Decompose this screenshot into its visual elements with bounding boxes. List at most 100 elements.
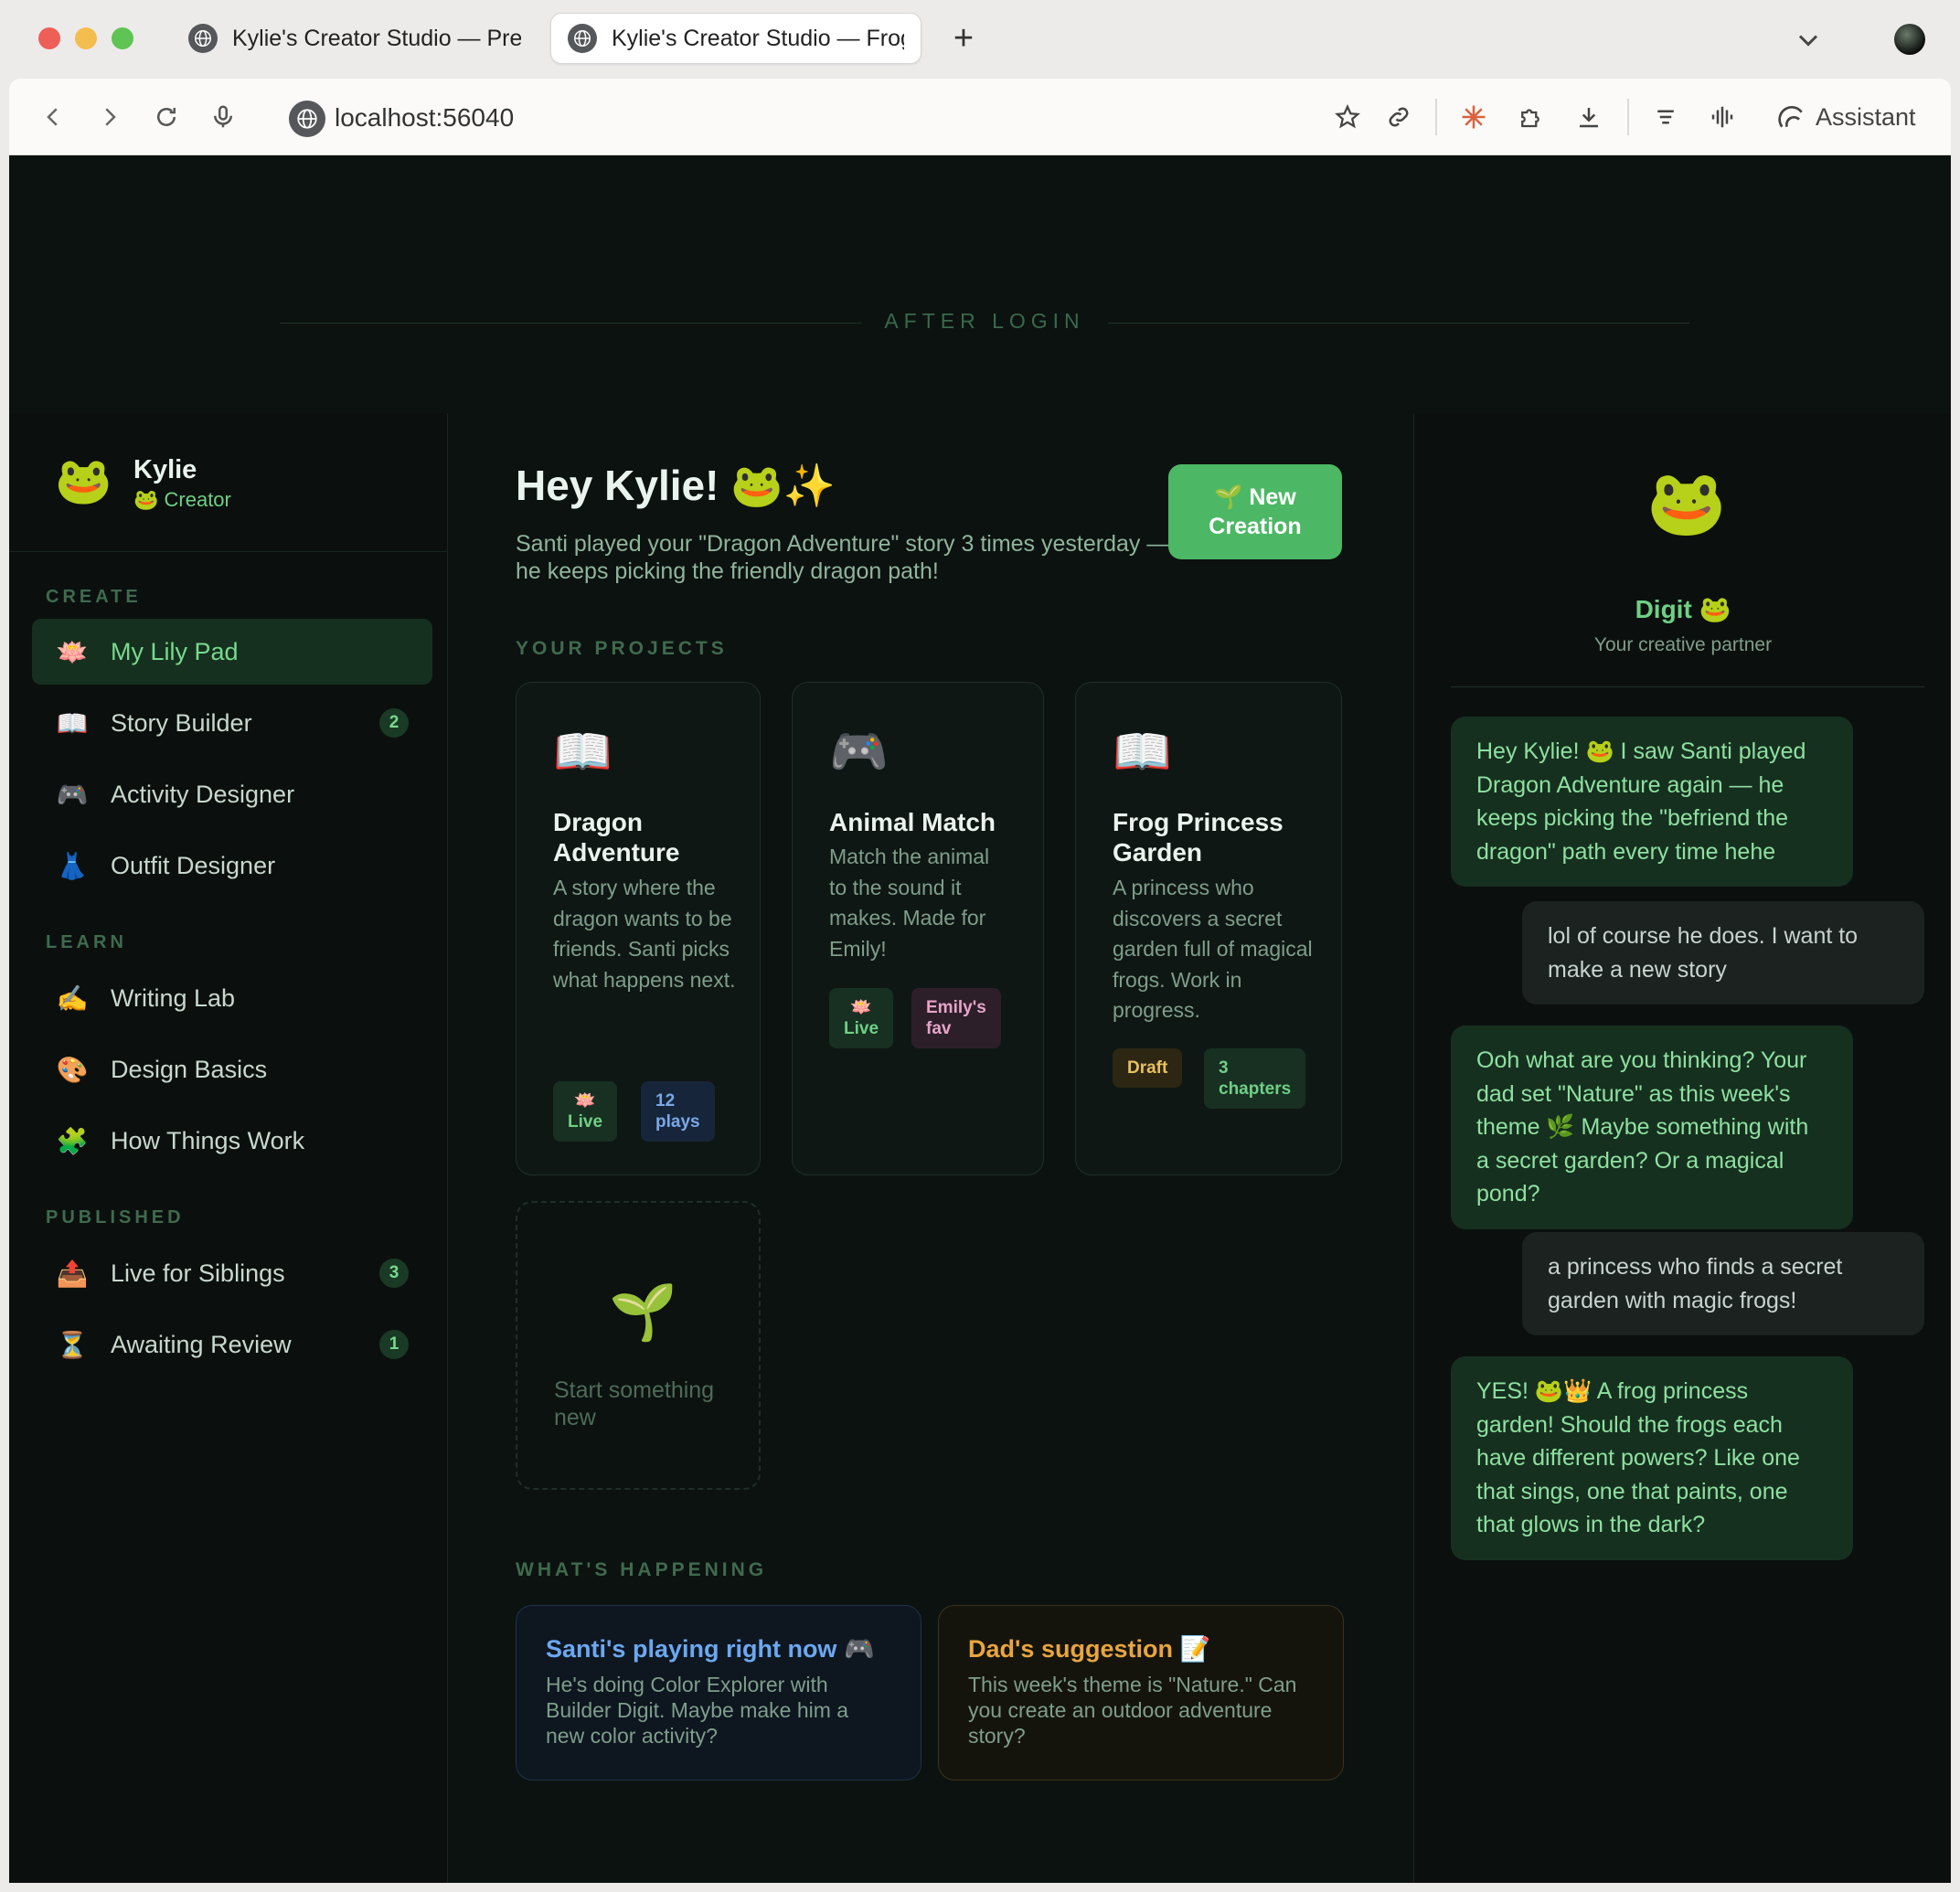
assistant-label: Assistant (1816, 102, 1916, 131)
sidebar-item-label: Activity Designer (111, 780, 295, 808)
sidebar-item-activity-designer[interactable]: 🎮 Activity Designer (32, 761, 432, 827)
happening-section-title: WHAT'S HAPPENING (516, 1559, 768, 1580)
activity-title: Santi's playing right now 🎮 (546, 1635, 875, 1663)
menu-lines-icon[interactable] (1649, 101, 1682, 133)
sidebar-item-label: Design Basics (111, 1055, 268, 1083)
sidebar-item-outfit-designer[interactable]: 👗 Outfit Designer (32, 833, 432, 898)
new-creation-label: Creation (1209, 514, 1302, 539)
globe-icon (568, 24, 597, 53)
favorite-label: fav (926, 1019, 952, 1038)
count-badge: 2 (379, 708, 409, 738)
assistant-icon (1778, 106, 1803, 128)
new-creation-label: 🌱 New (1214, 484, 1296, 510)
activity-card-dad[interactable]: Dad's suggestion 📝 This week's theme is … (938, 1605, 1344, 1780)
start-new-card[interactable]: 🌱 Start something new (516, 1201, 761, 1490)
chat-message-bot: Hey Kylie! 🐸 I saw Santi played Dragon A… (1451, 717, 1853, 887)
mic-icon[interactable] (207, 101, 240, 133)
chat-panel: 🐸 Digit 🐸 Your creative partner Hey Kyli… (1413, 413, 1951, 1883)
tab-title: Kylie's Creator Studio — Preview (232, 25, 521, 51)
toolbar-divider (1435, 99, 1437, 135)
assistant-subtitle: Your creative partner (1593, 634, 1773, 655)
close-window-button[interactable] (38, 27, 60, 49)
sidebar-item-label: How Things Work (111, 1126, 305, 1154)
plays-label: plays (655, 1112, 700, 1132)
sidebar-item-my-lily-pad[interactable]: 🪷 My Lily Pad (32, 619, 432, 685)
plays-count: 12 (655, 1091, 676, 1111)
zoom-window-button[interactable] (112, 27, 133, 49)
seedling-icon: 🌱 (609, 1281, 677, 1343)
user-profile[interactable]: 🐸 Kylie 🐸 Creator (9, 413, 448, 552)
download-icon[interactable] (1572, 101, 1605, 133)
sidebar-item-design-basics[interactable]: 🎨 Design Basics (32, 1036, 432, 1102)
book-icon: 📖 (553, 726, 612, 779)
favorite-label: Emily's (926, 998, 986, 1017)
outbox-icon: 📤 (56, 1259, 89, 1288)
extension-icon[interactable] (1514, 101, 1547, 133)
chat-message-bot: YES! 🐸👑 A frog princess garden! Should t… (1451, 1356, 1853, 1560)
site-info-icon[interactable] (289, 101, 325, 137)
burst-icon[interactable] (1457, 101, 1490, 133)
user-name: Kylie (133, 455, 197, 484)
project-title: Animal Match (829, 808, 996, 836)
frog-mascot-icon: 🐸 (1646, 467, 1727, 538)
gamepad-icon: 🎮 (56, 780, 89, 809)
project-card-animal-match[interactable]: 🎮 Animal Match Match the animal to the s… (792, 682, 1044, 1175)
browser-toolbar: localhost:56040 Assistant (9, 79, 1951, 155)
book-icon: 📖 (56, 708, 89, 738)
activity-body: This week's theme is "Nature." Can you c… (968, 1673, 1297, 1748)
chat-message-user: a princess who finds a secret garden wit… (1522, 1232, 1924, 1335)
dress-icon: 👗 (56, 851, 89, 880)
tab-bar: Kylie's Creator Studio — Preview Kylie's… (0, 0, 1960, 79)
section-learn: LEARN (46, 932, 127, 952)
sidebar-item-label: Outfit Designer (111, 851, 276, 879)
creator-studio-app: 🐸 Kylie 🐸 Creator CREATE 🪷 My Lily Pad 📖… (9, 413, 1951, 1883)
sidebar: 🐸 Kylie 🐸 Creator CREATE 🪷 My Lily Pad 📖… (9, 413, 448, 1883)
sidebar-item-how-things-work[interactable]: 🧩 How Things Work (32, 1108, 432, 1174)
project-description: Match the animal to the sound it makes. … (829, 845, 990, 961)
palette-icon: 🎨 (56, 1055, 89, 1084)
reload-icon[interactable] (150, 101, 183, 133)
sidebar-item-label: Writing Lab (111, 983, 236, 1012)
new-creation-button[interactable]: 🌱 New Creation (1168, 464, 1342, 559)
project-card-dragon-adventure[interactable]: 📖 Dragon Adventure A story where the dra… (516, 682, 761, 1175)
section-create: CREATE (46, 587, 142, 607)
address-bar[interactable]: localhost:56040 (335, 102, 514, 133)
project-title: Frog Princess Garden (1113, 808, 1284, 866)
main-content: Hey Kylie! 🐸✨ Santi played your "Dragon … (448, 413, 1413, 1883)
sidebar-item-live-for-siblings[interactable]: 📤 Live for Siblings 3 (32, 1240, 432, 1306)
project-card-frog-princess-garden[interactable]: 📖 Frog Princess Garden A princess who di… (1075, 682, 1342, 1175)
forward-icon[interactable] (93, 101, 126, 133)
sidebar-item-writing-lab[interactable]: ✍️ Writing Lab (32, 965, 432, 1031)
status-label: Live (568, 1112, 603, 1132)
writing-hand-icon: ✍️ (56, 983, 89, 1013)
project-description: A story where the dragon wants to be fri… (553, 876, 736, 992)
globe-icon (188, 24, 218, 53)
tab-preview[interactable]: Kylie's Creator Studio — Preview (172, 13, 538, 64)
minimize-window-button[interactable] (75, 27, 97, 49)
gamepad-icon: 🎮 (829, 726, 889, 779)
activity-card-santi[interactable]: Santi's playing right now 🎮 He's doing C… (516, 1605, 921, 1780)
assistant-button[interactable]: Assistant (1777, 101, 1916, 133)
status-label: Draft (1127, 1058, 1168, 1078)
audio-wave-icon[interactable] (1706, 101, 1739, 133)
hourglass-icon: ⏳ (56, 1330, 89, 1359)
link-icon[interactable] (1382, 101, 1415, 133)
projects-section-title: YOUR PROJECTS (516, 638, 728, 659)
chevron-down-icon[interactable] (1792, 24, 1825, 57)
bookmark-star-icon[interactable] (1331, 101, 1364, 133)
lotus-icon: 🪷 (56, 637, 89, 666)
new-tab-button[interactable]: + (947, 18, 980, 58)
sidebar-item-story-builder[interactable]: 📖 Story Builder 2 (32, 690, 432, 756)
tab-frog-princess[interactable]: Kylie's Creator Studio — Frog Princess G… (550, 13, 921, 64)
browser-window: Kylie's Creator Studio — Preview Kylie's… (0, 0, 1960, 1892)
tab-title: Kylie's Creator Studio — Frog Princess G… (612, 25, 904, 51)
profile-avatar[interactable] (1894, 24, 1925, 55)
book-icon: 📖 (1113, 726, 1172, 779)
assistant-name: Digit 🐸 (1635, 595, 1731, 623)
chapters-badge: 3 chapters (1204, 1048, 1306, 1109)
activity-body: He's doing Color Explorer with Builder D… (546, 1673, 849, 1748)
back-icon[interactable] (37, 101, 69, 133)
lotus-icon: 🪷 (574, 1091, 596, 1111)
count-badge: 3 (379, 1259, 409, 1288)
sidebar-item-awaiting-review[interactable]: ⏳ Awaiting Review 1 (32, 1312, 432, 1377)
